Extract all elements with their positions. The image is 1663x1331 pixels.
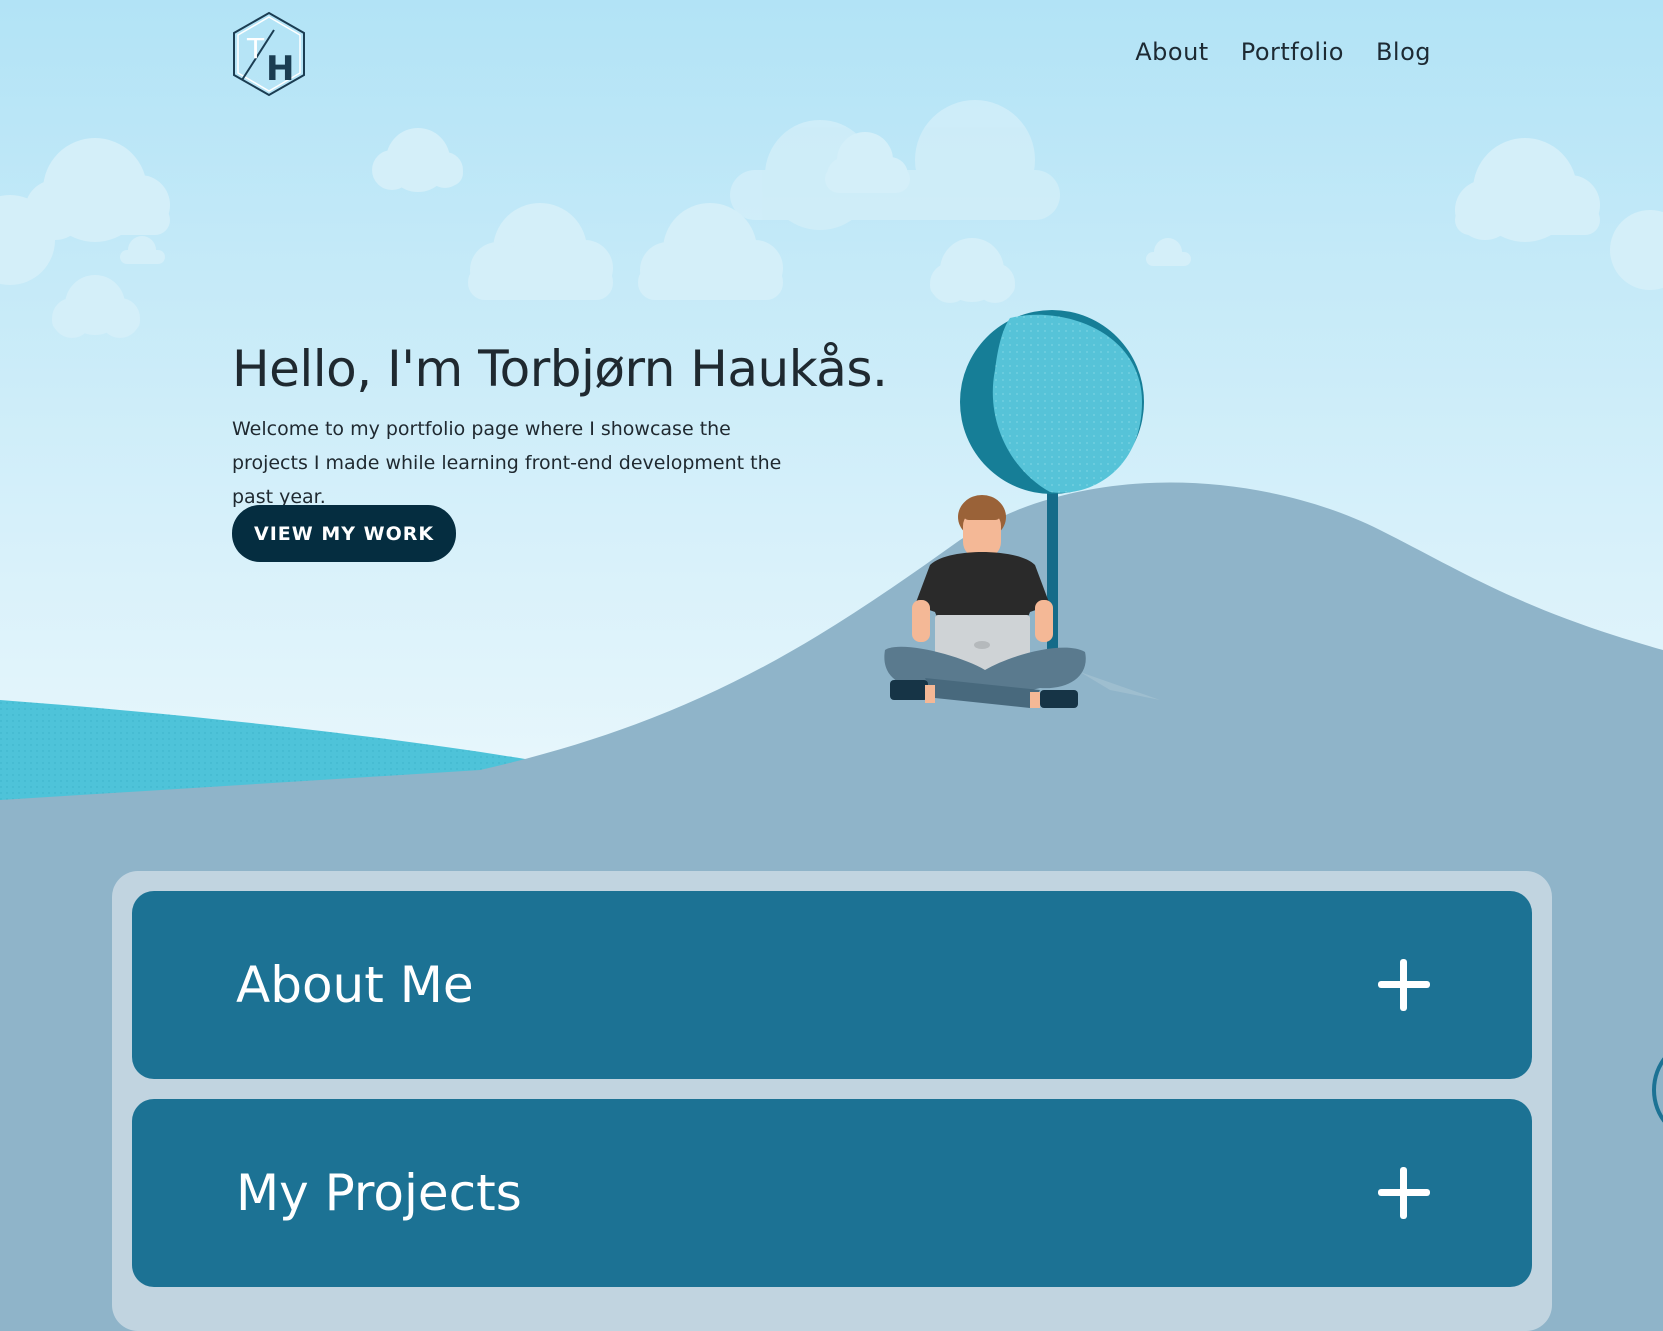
hero-title: Hello, I'm Torbjørn Haukås. (232, 340, 888, 398)
accordion-item-my-projects[interactable]: My Projects (132, 1099, 1532, 1287)
hero-text: Hello, I'm Torbjørn Haukås. Welcome to m… (232, 340, 932, 514)
svg-text:H: H (266, 49, 294, 89)
accordion-title: About Me (236, 956, 474, 1014)
main-nav: About Portfolio Blog (1135, 38, 1431, 66)
plus-icon[interactable] (1378, 959, 1430, 1011)
logo[interactable]: T H (230, 10, 308, 98)
accordion-title: My Projects (236, 1164, 522, 1222)
svg-text:T: T (246, 32, 265, 65)
view-my-work-button[interactable]: VIEW MY WORK (232, 505, 457, 562)
accordion-item-about-me[interactable]: About Me (132, 891, 1532, 1079)
nav-item-blog[interactable]: Blog (1376, 38, 1431, 66)
accordion: About Me My Projects (112, 871, 1552, 1331)
nav-item-about[interactable]: About (1135, 38, 1208, 66)
nav-item-portfolio[interactable]: Portfolio (1241, 38, 1344, 66)
hero-subtitle: Welcome to my portfolio page where I sho… (232, 418, 782, 508)
plus-icon[interactable] (1378, 1167, 1430, 1219)
